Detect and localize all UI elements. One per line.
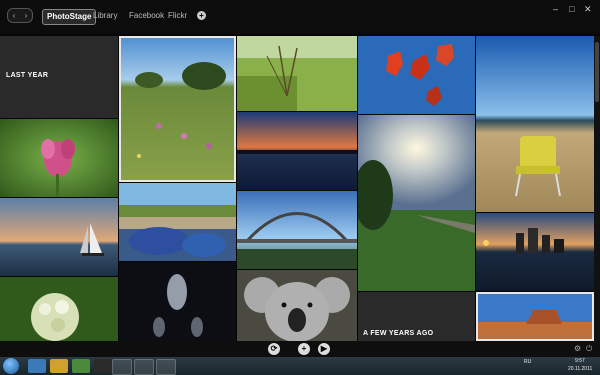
photo-red-leaves[interactable] xyxy=(358,36,475,114)
top-toolbar: ‹ › PhotoStage Library Facebook Flickr +… xyxy=(0,0,600,34)
tab-photostage[interactable]: PhotoStage xyxy=(42,9,97,25)
photo-white-hydrangea[interactable] xyxy=(0,277,118,341)
maximize-button[interactable]: □ xyxy=(569,4,574,14)
photo-city-skyline[interactable] xyxy=(476,213,594,291)
bottom-control-bar: ⟳ + ▶ ⚙ ⏻ xyxy=(0,341,600,357)
settings-icon[interactable]: ⚙ xyxy=(574,344,581,353)
ie-icon[interactable] xyxy=(28,359,46,373)
nav-buttons: ‹ › xyxy=(7,8,33,23)
rotate-button[interactable]: ⟳ xyxy=(268,343,280,355)
photo-sailboat[interactable] xyxy=(0,198,118,276)
explorer-icon[interactable] xyxy=(50,359,68,373)
running-app-icon[interactable] xyxy=(134,359,154,375)
photo-wildflower-meadow[interactable] xyxy=(119,36,236,182)
slideshow-play-button[interactable]: ▶ xyxy=(318,343,330,355)
scrollbar[interactable] xyxy=(594,36,600,341)
forward-button[interactable]: › xyxy=(25,9,28,22)
tab-flickr[interactable]: Flickr xyxy=(168,9,187,23)
photo-desert-mesa[interactable] xyxy=(476,292,594,341)
back-button[interactable]: ‹ xyxy=(13,9,16,22)
tab-library[interactable]: Library xyxy=(93,9,117,23)
taskbar: RU 9:57 20.11.2011 xyxy=(0,357,600,375)
power-icon[interactable]: ⏻ xyxy=(586,344,592,354)
photostage-taskbar-icon[interactable] xyxy=(112,359,132,375)
photo-arch-bridge[interactable] xyxy=(237,191,357,269)
photo-yellow-chair[interactable] xyxy=(476,36,594,212)
add-source-button[interactable]: + xyxy=(197,11,206,20)
add-photo-button[interactable]: + xyxy=(298,343,310,355)
running-app-icon-2[interactable] xyxy=(156,359,176,375)
clock-time[interactable]: 9:57 xyxy=(575,358,585,364)
section-header-tile-2: A FEW YEARS AGO xyxy=(358,292,475,341)
media-icon[interactable] xyxy=(72,359,90,373)
photo-sunrise-field[interactable] xyxy=(358,115,475,291)
start-button[interactable] xyxy=(3,358,19,374)
minimize-button[interactable]: – xyxy=(553,4,558,14)
section-header-tile: LAST YEAR xyxy=(0,36,118,118)
photo-sunset-lake[interactable] xyxy=(237,112,357,190)
language-indicator[interactable]: RU xyxy=(524,359,531,365)
photo-tree-field[interactable] xyxy=(237,36,357,111)
photo-dark-lights[interactable] xyxy=(119,262,236,341)
close-button[interactable]: ✕ xyxy=(584,4,592,15)
clock-date[interactable]: 20.11.2011 xyxy=(568,366,592,372)
app-icon[interactable] xyxy=(94,359,112,373)
scrollbar-thumb[interactable] xyxy=(595,42,599,102)
few-years-ago-label: A FEW YEARS AGO xyxy=(363,330,434,337)
photo-koala[interactable] xyxy=(237,270,357,341)
photo-bluebonnets[interactable] xyxy=(119,183,236,261)
photo-pink-flower[interactable] xyxy=(0,119,118,197)
last-year-label: LAST YEAR xyxy=(6,72,49,79)
tab-facebook[interactable]: Facebook xyxy=(129,9,164,23)
